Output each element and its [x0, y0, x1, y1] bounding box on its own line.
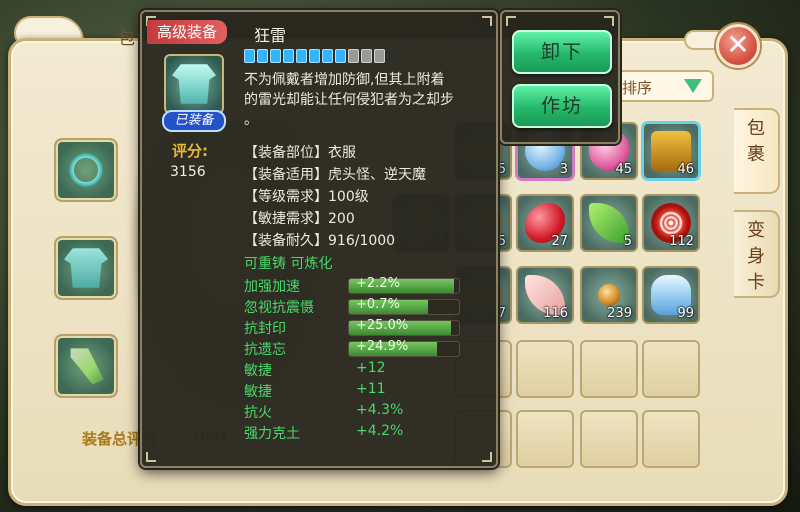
- necklace-icon: [64, 148, 108, 192]
- enhance-segment: [374, 49, 385, 63]
- quality-tag: 高级装备: [147, 20, 228, 44]
- stat-value: +11: [356, 381, 386, 397]
- enhance-segment: [283, 49, 294, 63]
- recast-note: 可重铸 可炼化: [244, 256, 333, 272]
- inventory-cell[interactable]: 27: [516, 194, 574, 252]
- equip-slot-necklace[interactable]: [54, 138, 118, 202]
- equip-slot-weapon[interactable]: [54, 334, 118, 398]
- inventory-cell[interactable]: 46: [642, 122, 700, 180]
- chevron-down-icon: [684, 79, 702, 93]
- item-count: 116: [543, 306, 568, 321]
- inventory-cell-empty[interactable]: [580, 410, 638, 468]
- inventory-cell-empty[interactable]: [516, 340, 574, 398]
- item-icon-frame: [164, 54, 224, 114]
- workshop-button[interactable]: 作坊: [512, 84, 612, 128]
- description-line: 。: [244, 112, 258, 128]
- stat-value: +4.3%: [356, 402, 404, 418]
- enhance-segment: [361, 49, 372, 63]
- enhance-segment: [322, 49, 333, 63]
- item-count: 45: [615, 162, 632, 177]
- enhance-bar: [244, 49, 385, 63]
- corner-ornament: [482, 452, 492, 462]
- action-panel: 卸下 作坊: [500, 10, 620, 144]
- unequip-button[interactable]: 卸下: [512, 30, 612, 74]
- item-count: 3: [559, 162, 568, 177]
- equip-slot-armor[interactable]: [54, 236, 118, 300]
- inventory-cell[interactable]: 99: [642, 266, 700, 324]
- stat-label: 强力克土: [244, 426, 300, 442]
- item-count: 27: [551, 234, 568, 249]
- inventory-cell-empty[interactable]: [642, 340, 700, 398]
- prop-agility: 【敏捷需求】200: [244, 211, 355, 227]
- armor-icon: [172, 64, 216, 104]
- stat-value: +12: [356, 360, 386, 376]
- stat-label: 加强加速: [244, 279, 300, 295]
- bag-title: 包: [118, 29, 135, 49]
- equipped-badge: 已装备: [162, 110, 226, 132]
- description-line: 的雷光却能让任何侵犯者为之却步: [244, 92, 454, 108]
- item-count: 239: [607, 306, 632, 321]
- stat-label: 敏捷: [244, 363, 272, 379]
- stat-label: 抗封印: [244, 321, 286, 337]
- stat-value: +24.9%: [356, 339, 409, 354]
- armor-icon: [64, 248, 108, 288]
- inventory-cell[interactable]: 239: [580, 266, 638, 324]
- stat-label: 敏捷: [244, 384, 272, 400]
- tab-transform-card[interactable]: 变 身 卡: [734, 210, 780, 298]
- corner-ornament: [482, 16, 492, 26]
- prop-level: 【等级需求】100级: [244, 189, 369, 205]
- item-count: 99: [677, 306, 694, 321]
- inventory-cell-empty[interactable]: [516, 410, 574, 468]
- scroll-icon: [70, 348, 104, 385]
- item-tooltip: 高级装备 狂雷 已装备 评分: 3156 不为佩戴者增加防御,但其上附着 的雷光…: [140, 10, 498, 468]
- item-count: 46: [677, 162, 694, 177]
- stat-label: 忽视抗震慑: [244, 300, 314, 316]
- enhance-segment: [348, 49, 359, 63]
- stat-value: +4.2%: [356, 423, 404, 439]
- stat-value: +25.0%: [356, 318, 409, 333]
- description-line: 不为佩戴者增加防御,但其上附着: [244, 72, 445, 88]
- prop-slot: 【装备部位】衣服: [244, 145, 356, 161]
- inventory-cell[interactable]: 116: [516, 266, 574, 324]
- corner-ornament: [146, 452, 156, 462]
- orb-icon: [598, 284, 620, 306]
- inventory-cell-empty[interactable]: [580, 340, 638, 398]
- inventory-cell[interactable]: 112: [642, 194, 700, 252]
- corner-ornament: [506, 16, 516, 26]
- enhance-segment: [270, 49, 281, 63]
- stat-label: 抗遗忘: [244, 342, 286, 358]
- inventory-cell-empty[interactable]: [642, 410, 700, 468]
- item-count: 5: [623, 234, 632, 249]
- corner-ornament: [604, 16, 614, 26]
- prop-race: 【装备适用】虎头怪、逆天魔: [244, 167, 426, 183]
- sort-label: 排序: [622, 79, 653, 97]
- stat-value: +2.2%: [356, 276, 400, 291]
- close-button[interactable]: ✕: [716, 24, 760, 68]
- item-properties: 【装备部位】衣服 【装备适用】虎头怪、逆天魔 【等级需求】100级 【敏捷需求】…: [244, 142, 426, 252]
- tab-bag[interactable]: 包 裹: [734, 108, 780, 194]
- enhance-segment: [244, 49, 255, 63]
- stat-value: +0.7%: [356, 297, 400, 312]
- score-value: 3156: [170, 164, 206, 180]
- item-description: 不为佩戴者增加防御,但其上附着 的雷光却能让任何侵犯者为之却步 。: [244, 70, 492, 132]
- stat-label: 抗火: [244, 405, 272, 421]
- enhance-segment: [335, 49, 346, 63]
- item-count: 112: [669, 234, 694, 249]
- enhance-segment: [257, 49, 268, 63]
- enhance-segment: [309, 49, 320, 63]
- inventory-cell[interactable]: 5: [580, 194, 638, 252]
- score-label: 评分:: [172, 142, 208, 160]
- enhance-segment: [296, 49, 307, 63]
- item-name: 狂雷: [254, 26, 287, 45]
- prop-durability: 【装备耐久】916/1000: [244, 233, 396, 249]
